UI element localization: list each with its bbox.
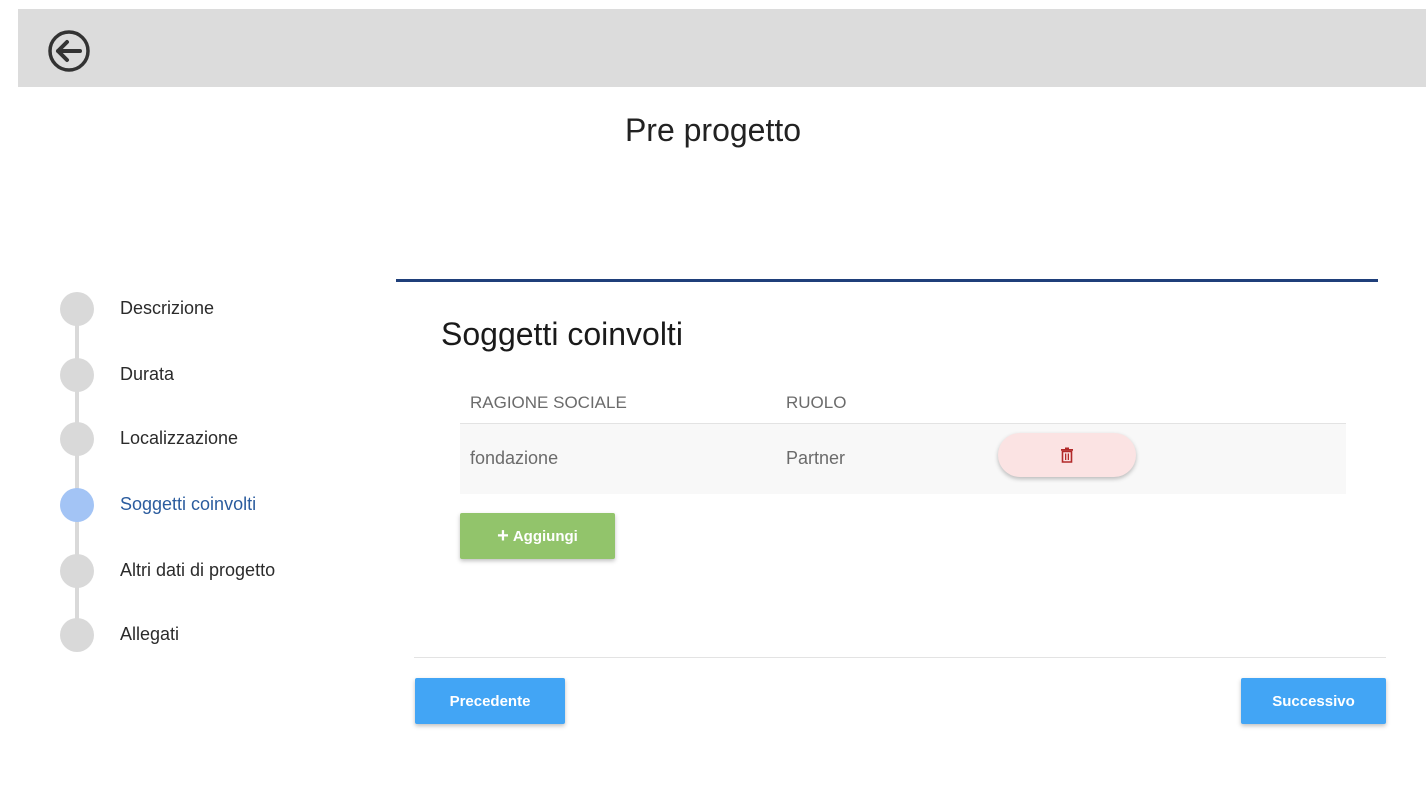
step-dot [60, 292, 94, 326]
page-title: Pre progetto [624, 112, 802, 148]
top-bar [18, 9, 1426, 87]
next-button[interactable]: Successivo [1241, 678, 1386, 724]
trash-icon [1061, 447, 1073, 463]
step-dot-active [60, 488, 94, 522]
step-label: Soggetti coinvolti [120, 494, 257, 514]
step-dot [60, 422, 94, 456]
delete-row-button[interactable] [998, 433, 1136, 477]
step-durata[interactable]: Durata [60, 358, 360, 392]
step-label: Localizzazione [120, 428, 239, 448]
step-dot [60, 618, 94, 652]
soggetti-table: RAGIONE SOCIALE RUOLO fondazione Partner [460, 385, 1346, 494]
step-altri-dati[interactable]: Altri dati di progetto [60, 554, 360, 588]
plus-icon: + [497, 525, 509, 547]
section-title: Soggetti coinvolti [441, 316, 683, 352]
step-label: Allegati [120, 624, 180, 644]
step-allegati[interactable]: Allegati [60, 618, 360, 652]
cell-ragione-sociale: fondazione [470, 448, 559, 468]
column-header-ragione-sociale: RAGIONE SOCIALE [470, 393, 627, 412]
add-button[interactable]: + Aggiungi [460, 513, 615, 559]
step-dot [60, 554, 94, 588]
cell-ruolo: Partner [786, 448, 846, 468]
table-row: fondazione Partner [460, 424, 1346, 494]
step-descrizione[interactable]: Descrizione [60, 292, 360, 326]
arrow-left-circle-icon [48, 30, 90, 72]
add-button-label: Aggiungi [512, 527, 578, 545]
column-header-ruolo: RUOLO [786, 393, 847, 412]
footer-divider [414, 657, 1386, 658]
step-label: Durata [120, 364, 175, 384]
stepper: Descrizione Durata Localizzazione Sogget… [60, 292, 360, 672]
section-divider [396, 279, 1378, 282]
step-dot [60, 358, 94, 392]
step-soggetti-coinvolti[interactable]: Soggetti coinvolti [60, 488, 360, 522]
back-button[interactable] [43, 27, 95, 75]
step-localizzazione[interactable]: Localizzazione [60, 422, 360, 456]
previous-button[interactable]: Precedente [415, 678, 565, 724]
step-label: Altri dati di progetto [120, 560, 276, 580]
table-header: RAGIONE SOCIALE RUOLO [460, 385, 1346, 424]
step-label: Descrizione [120, 298, 215, 318]
